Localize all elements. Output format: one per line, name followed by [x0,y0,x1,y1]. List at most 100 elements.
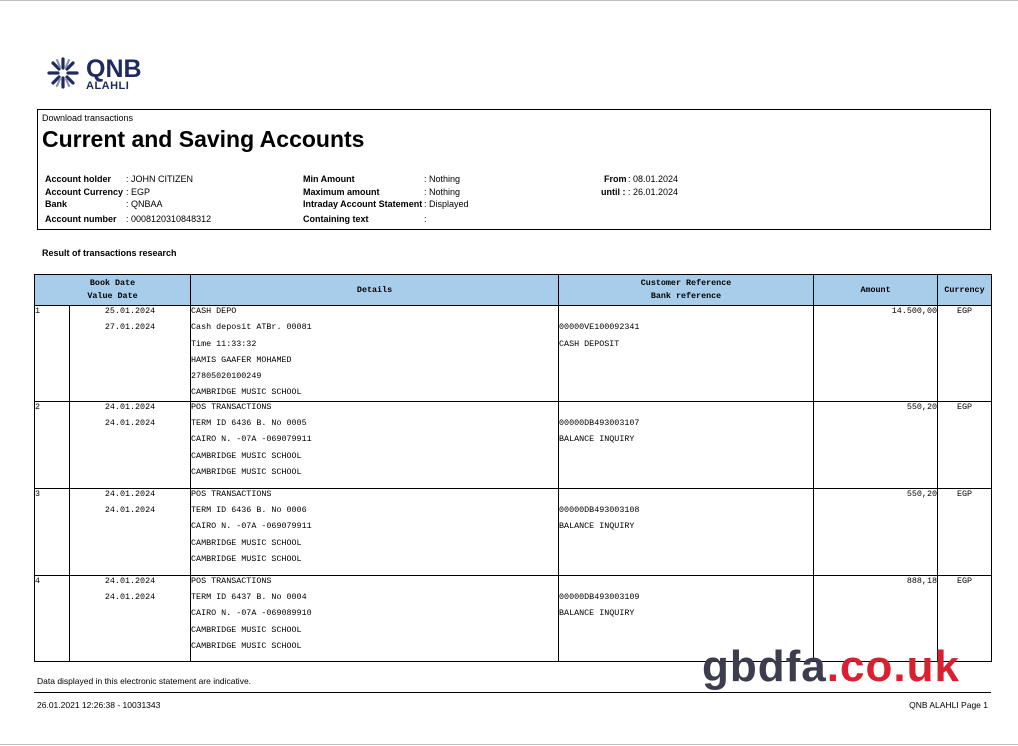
row-dates-cell: 25.01.2024 27.01.2024 [68,305,192,402]
min-amount-value: : Nothing [424,174,461,184]
from-label: From [604,174,627,184]
detail-line: Time 11:33:32 [191,338,257,349]
account-number-value: : 0008120310848312 [126,214,212,224]
bank-reference: BALANCE INQUIRY [559,434,635,445]
row-amount-cell: 550,20 [813,401,939,489]
table-row: 2 24.01.2024 24.01.2024 POS TRANSACTIONS… [34,401,993,489]
header-dates: Book Date Value Date [33,274,192,306]
book-date: 25.01.2024 [104,306,156,316]
footer-note: Data displayed in this electronic statem… [37,676,252,686]
amount: 888,18 [906,575,938,586]
detail-line: TERM ID 6436 B. No 0005 [191,418,307,429]
value-date: 24.01.2024 [104,505,156,516]
value-date: 27.01.2024 [104,322,156,333]
detail-line: TERM ID 6437 B. No 0004 [191,592,307,603]
table-row: 1 25.01.2024 27.01.2024 CASH DEPO Cash d… [34,305,993,402]
value-date: 24.01.2024 [104,592,156,603]
book-date: 24.01.2024 [104,401,156,412]
detail-line: CAIRO N. -07A -069079911 [191,434,312,445]
bank-logo: QNB ALAHLI [46,56,156,96]
currency: EGP [956,401,973,412]
book-date: 24.01.2024 [104,488,156,499]
detail-line: POS TRANSACTIONS [191,401,272,412]
header-references: Customer Reference Bank reference [558,274,815,306]
account-holder-label: Account holder [45,174,112,184]
detail-line: CAMBRIDGE MUSIC SCHOOL [191,553,302,564]
detail-line: TERM ID 6436 B. No 0006 [191,505,307,516]
detail-line: Cash deposit ATBr. 00081 [191,322,312,333]
row-details-cell: POS TRANSACTIONS TERM ID 6436 B. No 0005… [190,401,560,489]
qnb-emblem-icon [47,57,79,89]
header-currency: Currency [937,274,993,306]
detail-line: CAMBRIDGE MUSIC SCHOOL [191,466,302,477]
row-dates-cell: 24.01.2024 24.01.2024 [68,488,192,576]
containing-text-value: : [424,214,427,224]
customer-reference: 00000VE100092341 [559,322,640,333]
account-currency-value: : EGP [126,187,151,197]
detail-line: CAMBRIDGE MUSIC SCHOOL [191,624,302,635]
download-label: Download transactions [42,113,134,123]
logo-wordmark: QNB [86,55,142,83]
account-holder-value: : JOHN CITIZEN [126,174,193,184]
book-date: 24.01.2024 [104,575,156,586]
amount: 14.500,00 [891,306,938,316]
until-label: until : [601,187,626,197]
bank-reference: CASH DEPOSIT [559,338,620,349]
header-customer-reference: Customer Reference [640,278,732,288]
bank-label: Bank [45,199,68,209]
top-border [0,0,1018,1]
footer-timestamp: 26.01.2021 12:26:38 - 10031343 [37,700,161,710]
header-bank-reference: Bank reference [650,291,722,301]
page-title: Current and Saving Accounts [42,126,365,152]
intraday-value: : Displayed [424,199,469,209]
row-index-cell: 3 [34,488,70,576]
detail-line: CAMBRIDGE MUSIC SCHOOL [191,450,302,461]
footer-page: QNB ALAHLI Page 1 [909,700,988,710]
statement-header: Download transactions Current and Saving… [37,109,991,230]
footer-divider [34,692,991,693]
header-amount: Amount [813,274,939,306]
result-label: Result of transactions research [42,248,177,258]
detail-line: 27805020100249 [191,371,262,382]
watermark-part2: .co.uk [826,642,960,691]
max-amount-value: : Nothing [424,187,461,197]
amount: 550,20 [906,488,938,499]
detail-line: CAIRO N. -07A -069089910 [191,608,312,619]
row-index: 2 [35,401,41,412]
row-amount-cell: 550,20 [813,488,939,576]
min-amount-label: Min Amount [303,174,355,184]
table-header-row: Book Date Value Date Details Customer Re… [33,274,993,306]
currency: EGP [956,306,973,316]
watermark-part1: gbdfa [702,642,827,691]
value-date: 24.01.2024 [104,418,156,429]
transactions-table: Book Date Value Date Details Customer Re… [33,274,993,662]
watermark: gbdfa.co.uk [702,643,960,691]
detail-line: CASH DEPO [191,306,237,316]
row-dates-cell: 24.01.2024 24.01.2024 [68,401,192,489]
bank-value: : QNBAA [126,199,163,209]
amount: 550,20 [906,401,938,412]
bank-reference: BALANCE INQUIRY [559,608,635,619]
customer-reference: 00000DB493003108 [559,505,640,516]
row-reference-cell: 00000DB493003107 BALANCE INQUIRY [558,401,815,489]
bottom-border [0,744,1018,745]
row-details-cell: POS TRANSACTIONS TERM ID 6437 B. No 0004… [190,575,560,662]
detail-line: HAMIS GAAFER MOHAMED [191,354,292,365]
account-number-label: Account number [45,214,117,224]
row-index-cell: 4 [34,575,70,662]
row-index-cell: 1 [34,305,70,402]
row-index: 4 [35,575,41,586]
row-currency-cell: EGP [937,401,993,489]
header-book-date: Book Date [89,278,136,288]
row-index: 3 [35,488,41,499]
row-reference-cell: 00000VE100092341 CASH DEPOSIT [558,305,815,402]
row-amount-cell: 14.500,00 [813,305,939,402]
detail-line: CAMBRIDGE MUSIC SCHOOL [191,537,302,548]
currency: EGP [956,488,973,499]
header-details: Details [190,274,560,306]
row-currency-cell: EGP [937,488,993,576]
row-index-cell: 2 [34,401,70,489]
detail-line: POS TRANSACTIONS [191,575,272,586]
detail-line: CAMBRIDGE MUSIC SCHOOL [191,640,302,651]
row-details-cell: CASH DEPO Cash deposit ATBr. 00081 Time … [190,305,560,402]
